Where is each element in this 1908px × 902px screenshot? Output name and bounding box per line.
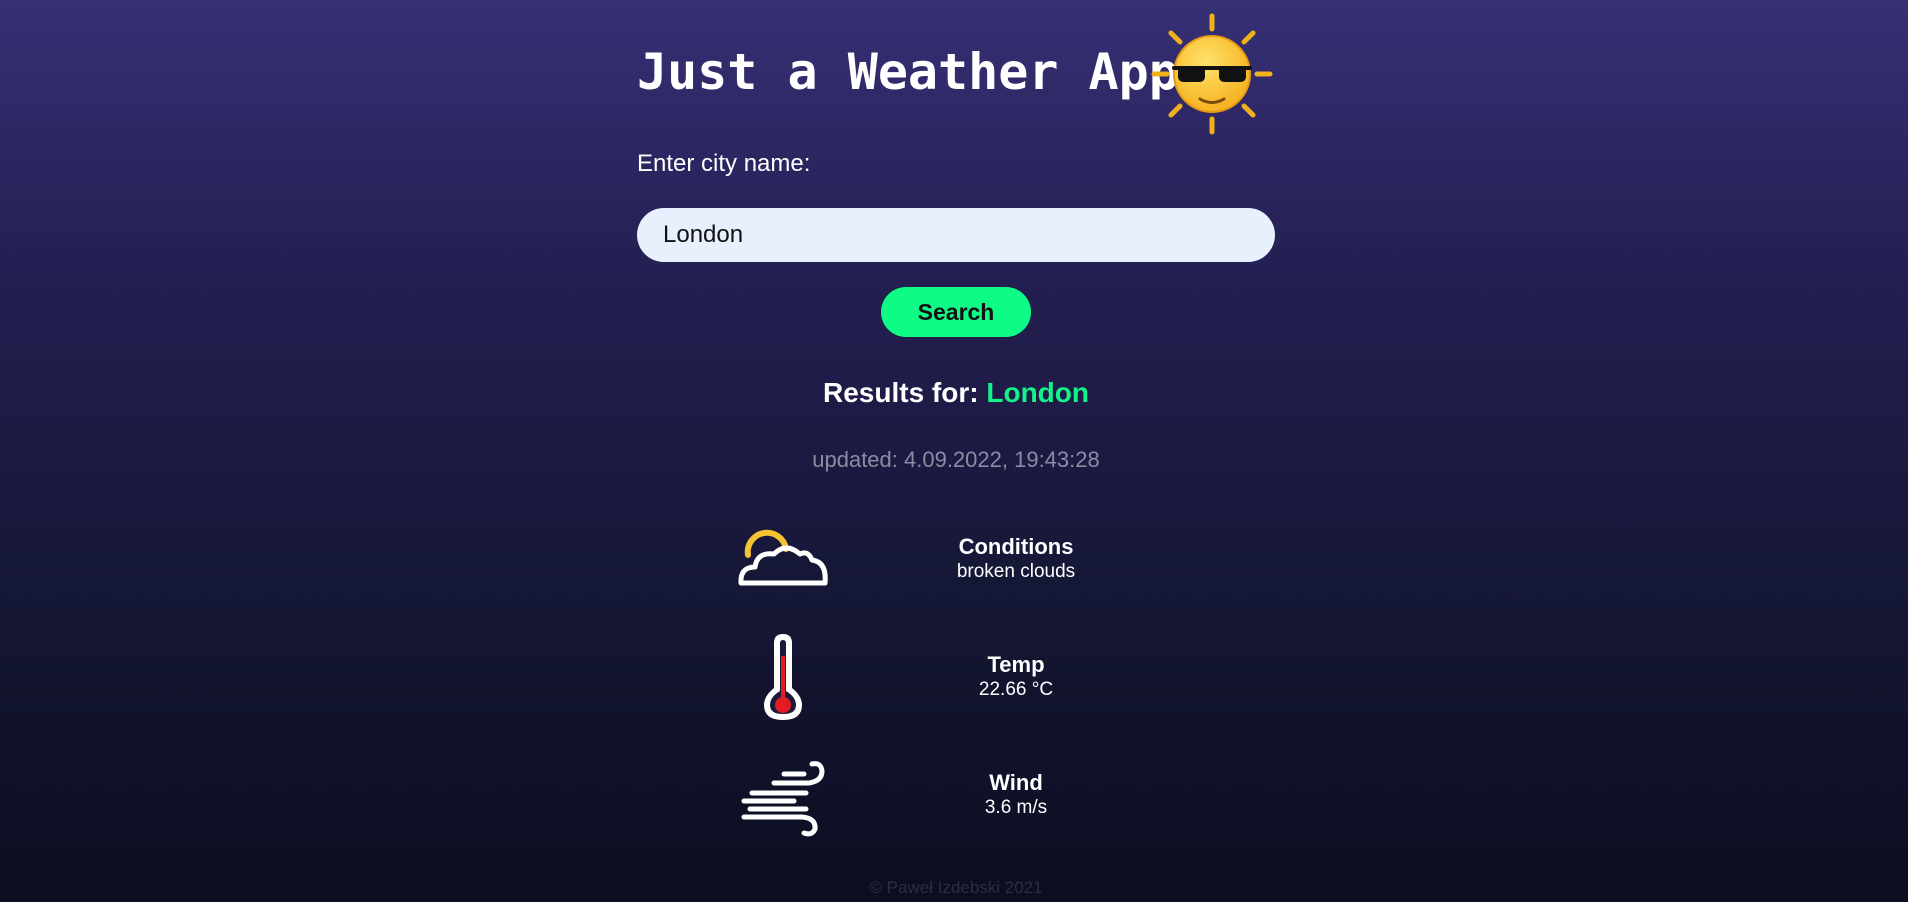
temp-title: Temp xyxy=(987,652,1045,677)
wind-value: 3.6 m/s xyxy=(984,797,1048,818)
city-search-input[interactable] xyxy=(637,208,1275,262)
temp-value: 22.66 °C xyxy=(978,679,1054,700)
search-button[interactable]: Search xyxy=(881,287,1031,337)
thermometer-icon xyxy=(764,634,802,720)
results-city: London xyxy=(986,377,1089,408)
footer-copyright: © Paweł Izdebski 2021 xyxy=(869,878,1043,897)
temp-stat: Temp 22.66 °C xyxy=(886,652,1146,702)
conditions-title: Conditions xyxy=(958,534,1074,559)
wind-stat: Wind 3.6 m/s xyxy=(886,770,1146,820)
updated-timestamp: updated: 4.09.2022, 19:43:28 xyxy=(812,447,1100,472)
conditions-stat: Conditions broken clouds xyxy=(886,534,1146,584)
city-label: Enter city name: xyxy=(637,150,811,177)
partly-cloudy-icon xyxy=(738,529,828,586)
sunglasses-sun-icon xyxy=(1151,13,1273,135)
wind-icon xyxy=(741,761,825,837)
results-prefix: Results for: xyxy=(823,377,979,408)
results-heading: Results for: London xyxy=(0,376,1908,410)
app-title: Just a Weather App xyxy=(637,43,1179,101)
wind-title: Wind xyxy=(989,770,1043,795)
conditions-value: broken clouds xyxy=(956,561,1076,582)
